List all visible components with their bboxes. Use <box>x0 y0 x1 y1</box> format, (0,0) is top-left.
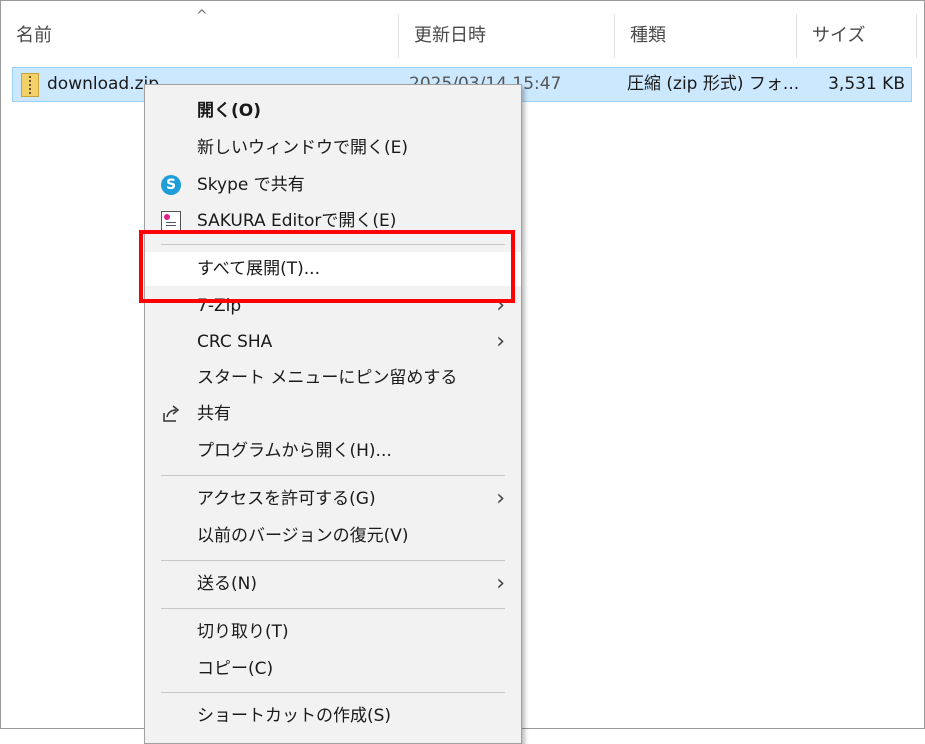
column-date-label: 更新日時 <box>414 25 486 46</box>
file-type: 圧縮 (zip 形式) フォ... <box>627 74 800 94</box>
menu-item-open-with[interactable]: プログラムから開く(H)... <box>145 434 521 468</box>
menu-item-restore-previous[interactable]: 以前のバージョンの復元(V) <box>145 519 521 553</box>
menu-item-open[interactable]: 開く(O) <box>145 94 521 128</box>
chevron-right-icon: › <box>496 486 505 511</box>
menu-item-label: 開く(O) <box>197 101 261 121</box>
menu-item-create-shortcut[interactable]: ショートカットの作成(S) <box>145 699 521 733</box>
menu-separator <box>161 692 505 693</box>
file-name: download.zip <box>47 74 160 94</box>
column-divider[interactable] <box>916 14 917 58</box>
menu-item-cut[interactable]: 切り取り(T) <box>145 615 521 649</box>
menu-item-pin-start[interactable]: スタート メニューにピン留めする <box>145 361 521 395</box>
column-type-label: 種類 <box>630 25 666 46</box>
menu-item-label: 切り取り(T) <box>197 622 289 642</box>
menu-item-label: 以前のバージョンの復元(V) <box>197 526 409 546</box>
menu-item-share[interactable]: 共有 <box>145 397 521 431</box>
menu-separator <box>161 475 505 476</box>
menu-item-label: Skype で共有 <box>197 175 305 195</box>
column-size[interactable]: サイズ <box>796 0 916 62</box>
sort-ascending-icon: ^ <box>196 8 208 24</box>
share-icon <box>163 405 180 422</box>
zip-folder-icon <box>21 73 39 97</box>
column-size-label: サイズ <box>812 25 866 46</box>
menu-item-label: 送る(N) <box>197 574 257 594</box>
menu-item-open-new-window[interactable]: 新しいウィンドウで開く(E) <box>145 131 521 165</box>
column-name-label: 名前 <box>16 25 52 46</box>
column-date[interactable]: 更新日時 <box>398 0 614 62</box>
menu-item-send-to[interactable]: 送る(N) › <box>145 567 521 601</box>
menu-item-label: 共有 <box>197 404 231 424</box>
column-type[interactable]: 種類 <box>614 0 796 62</box>
menu-item-skype-share[interactable]: S Skype で共有 <box>145 168 521 202</box>
chevron-right-icon: › <box>496 571 505 596</box>
file-size: 3,531 KB <box>828 74 905 94</box>
menu-item-crc-sha[interactable]: CRC SHA › <box>145 325 521 359</box>
column-header: 名前 ^ 更新日時 種類 サイズ <box>0 0 925 62</box>
menu-item-label: コピー(C) <box>197 659 274 679</box>
menu-item-label: CRC SHA <box>197 332 273 352</box>
menu-item-copy[interactable]: コピー(C) <box>145 652 521 686</box>
sakura-editor-icon <box>161 211 181 231</box>
highlight-annotation <box>139 230 515 303</box>
menu-item-label: スタート メニューにピン留めする <box>197 368 458 388</box>
menu-item-label: ショートカットの作成(S) <box>197 706 392 726</box>
menu-item-label: アクセスを許可する(G) <box>197 489 376 509</box>
menu-item-give-access[interactable]: アクセスを許可する(G) › <box>145 482 521 516</box>
context-menu: 開く(O) 新しいウィンドウで開く(E) S Skype で共有 SAKURA … <box>144 84 522 744</box>
chevron-right-icon: › <box>496 329 505 354</box>
menu-item-label: プログラムから開く(H)... <box>197 441 392 461</box>
menu-separator <box>161 608 505 609</box>
menu-separator <box>161 560 505 561</box>
skype-icon: S <box>161 175 181 195</box>
menu-item-label: 新しいウィンドウで開く(E) <box>197 138 409 158</box>
